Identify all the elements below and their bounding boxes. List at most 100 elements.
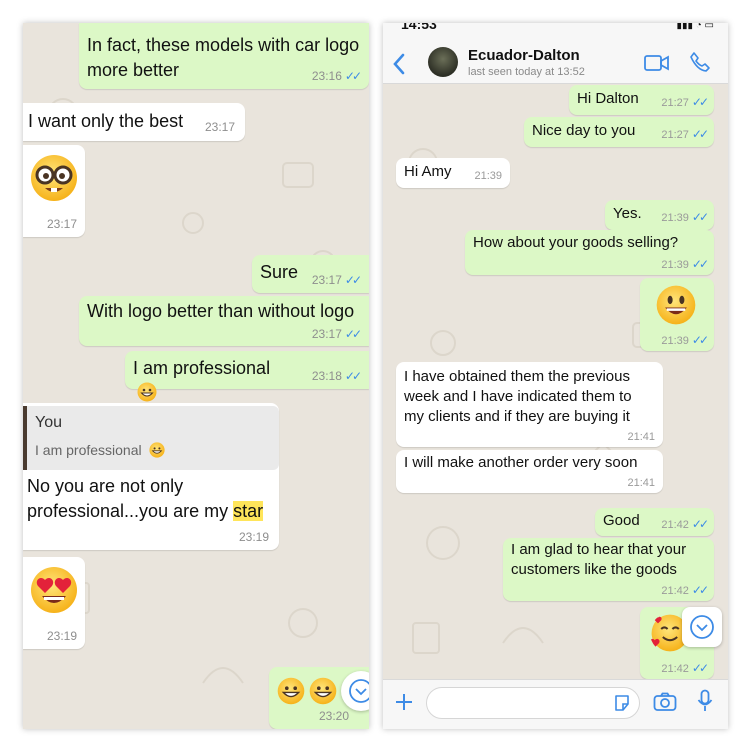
message-bubble[interactable]: I want only the best 23:17 <box>23 103 245 141</box>
quoted-text: I am professional <box>35 442 165 458</box>
time-label: 21:42 <box>661 519 689 531</box>
message-bubble[interactable]: Good 21:42 ✓✓ <box>595 508 714 536</box>
smile-emoji-icon <box>656 285 696 325</box>
message-time: 21:41 <box>627 431 655 443</box>
read-receipt-icon: ✓✓ <box>344 327 362 341</box>
video-call-icon[interactable] <box>644 54 670 72</box>
read-receipt-icon: ✓✓ <box>691 333 709 347</box>
avatar[interactable] <box>428 47 458 77</box>
time-label: 21:42 <box>661 585 689 597</box>
message-bubble-with-reply[interactable]: You I am professional No you are not onl… <box>23 403 279 550</box>
time-label: 23:20 <box>318 709 349 723</box>
time-label: 21:27 <box>661 97 689 109</box>
read-receipt-icon: ✓✓ <box>691 127 709 141</box>
sticker-icon[interactable] <box>613 694 631 712</box>
time-label: 21:39 <box>474 170 502 182</box>
message-bubble[interactable]: Yes. 21:39 ✓✓ <box>605 200 714 230</box>
quoted-message[interactable]: You I am professional <box>23 406 279 470</box>
message-text: Nice day to you <box>532 122 636 139</box>
message-time: 23:17 <box>47 217 77 231</box>
message-text: With logo better than without logo <box>87 301 355 321</box>
read-receipt-icon: ✓✓ <box>691 95 709 109</box>
message-bubble[interactable]: Hi Amy 21:39 <box>396 158 510 188</box>
message-time: 23:19 <box>47 629 77 643</box>
message-time: 21:39 ✓✓ <box>661 333 709 347</box>
microphone-icon[interactable] <box>697 689 713 713</box>
message-time: 23:20 <box>319 709 349 723</box>
read-receipt-icon: ✓✓ <box>691 583 709 597</box>
time-label: 23:17 <box>311 273 342 287</box>
message-bubble[interactable]: 21:39 ✓✓ <box>640 278 714 351</box>
message-time: 21:42 ✓✓ <box>661 661 709 675</box>
nerd-face-emoji-icon <box>31 155 77 201</box>
message-bubble[interactable]: I am professional 23:18 ✓✓ <box>125 351 369 402</box>
status-time: 14:53 <box>401 23 437 32</box>
chevron-down-icon <box>349 679 369 703</box>
message-input[interactable] <box>426 687 640 719</box>
phone-call-icon[interactable] <box>689 51 711 73</box>
message-text: Sure <box>260 262 299 282</box>
message-time: 21:42 ✓✓ <box>661 517 709 531</box>
message-bubble[interactable]: Nice day to you 21:27 ✓✓ <box>524 117 714 147</box>
time-label: 23:17 <box>46 217 77 231</box>
message-time: 23:17 ✓✓ <box>311 273 362 287</box>
time-label: 23:17 <box>204 120 235 134</box>
time-label: 23:16 <box>311 69 342 83</box>
message-text: Hi Amy <box>404 163 452 180</box>
message-bubble[interactable]: In fact, these models with car logo more… <box>79 23 369 89</box>
message-time: 21:27 ✓✓ <box>661 95 709 109</box>
message-bubble[interactable]: With logo better than without logo 23:17… <box>79 296 369 346</box>
message-time: 21:42 ✓✓ <box>661 583 709 597</box>
message-text-content: I am professional <box>133 358 271 378</box>
status-icons: ▮▮▮ ◔ ▭ <box>676 23 714 31</box>
grinning-emoji-icon <box>137 382 157 402</box>
time-label: 23:19 <box>46 629 77 643</box>
quoted-text-content: I am professional <box>35 442 142 458</box>
time-label: 23:19 <box>238 530 269 544</box>
time-label: 21:27 <box>661 129 689 141</box>
left-chat-screenshot: In fact, these models with car logo more… <box>23 23 369 729</box>
message-time: 23:18 ✓✓ <box>311 369 362 383</box>
time-label: 23:18 <box>311 369 342 383</box>
message-bubble[interactable]: I am glad to hear that your customers li… <box>503 538 714 601</box>
grinning-emoji-icon <box>148 442 165 458</box>
message-bubble[interactable]: 23:19 <box>23 557 85 649</box>
message-time: 23:16 ✓✓ <box>311 69 362 83</box>
read-receipt-icon: ✓✓ <box>691 661 709 675</box>
plus-icon[interactable] <box>394 692 414 712</box>
read-receipt-icon: ✓✓ <box>344 69 362 83</box>
right-chat-screenshot: 14:53 ▮▮▮ ◔ ▭ Ecuador-Dalton last seen t… <box>383 23 728 729</box>
back-chevron-icon[interactable] <box>391 52 407 76</box>
message-text: Hi Dalton <box>577 90 639 107</box>
time-label: 21:39 <box>661 212 689 224</box>
message-time: 21:39 ✓✓ <box>661 257 709 271</box>
input-bar <box>383 679 728 729</box>
message-bubble[interactable]: I have obtained them the previous week a… <box>396 362 663 447</box>
last-seen: last seen today at 13:52 <box>468 66 585 78</box>
message-time: 21:39 <box>474 170 502 182</box>
contact-name[interactable]: Ecuador-Dalton <box>468 47 580 64</box>
read-receipt-icon: ✓✓ <box>344 273 362 287</box>
message-text: I have obtained them the previous week a… <box>404 368 632 425</box>
message-time: 21:27 ✓✓ <box>661 127 709 141</box>
camera-icon[interactable] <box>653 692 677 712</box>
message-text: Good <box>603 512 640 529</box>
message-text: I am glad to hear that your customers li… <box>511 541 687 578</box>
message-bubble[interactable]: Hi Dalton 21:27 ✓✓ <box>569 85 714 115</box>
scroll-to-bottom-button[interactable] <box>341 671 369 711</box>
message-bubble[interactable]: Sure 23:17 ✓✓ <box>252 255 369 293</box>
time-label: 21:41 <box>627 477 655 489</box>
time-label: 21:39 <box>661 335 689 347</box>
read-receipt-icon: ✓✓ <box>691 257 709 271</box>
message-text: No you are not only professional...you a… <box>27 474 264 524</box>
message-bubble[interactable]: 23:17 <box>23 145 85 237</box>
message-bubble[interactable]: I will make another order very soon 21:4… <box>396 450 663 493</box>
message-text: Yes. <box>613 205 642 222</box>
message-time: 21:41 <box>627 477 655 489</box>
message-time: 23:17 ✓✓ <box>312 327 362 341</box>
message-text: How about your goods selling? <box>473 234 679 251</box>
message-time: 21:39 ✓✓ <box>661 210 709 224</box>
scroll-to-bottom-button[interactable] <box>682 607 722 647</box>
message-text: I am professional <box>133 356 270 406</box>
message-bubble[interactable]: How about your goods selling? 21:39 ✓✓ <box>465 230 714 275</box>
